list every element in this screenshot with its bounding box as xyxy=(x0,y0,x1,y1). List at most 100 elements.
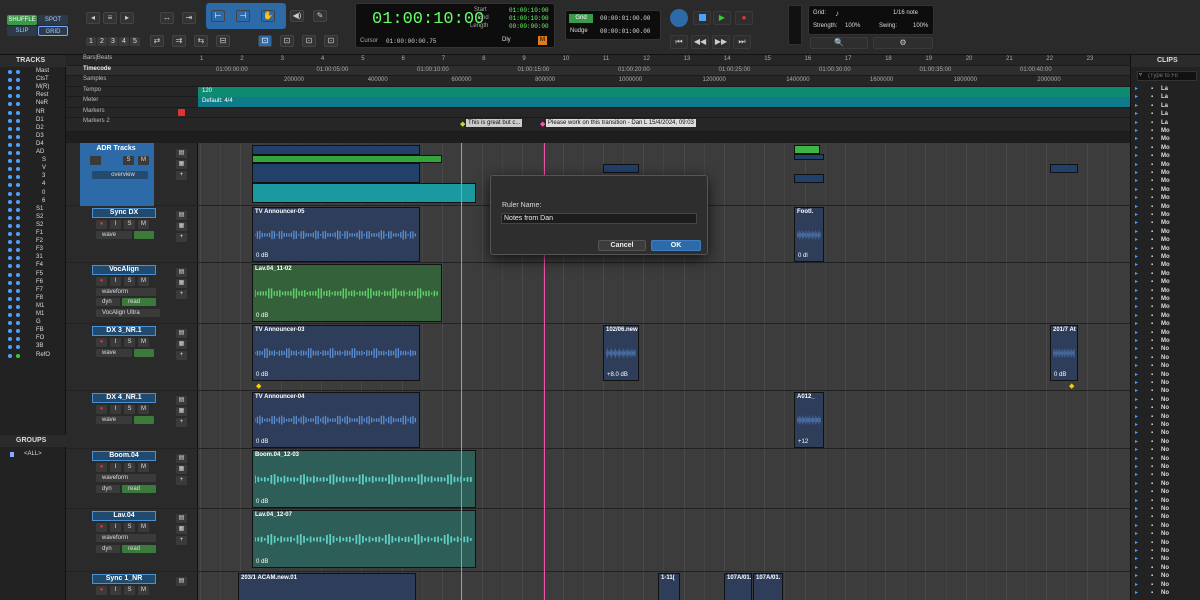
grid-setting-value[interactable]: 1/16 note xyxy=(893,10,918,16)
clip-list-item[interactable]: ▸ ▪ Mo xyxy=(1131,245,1200,253)
clip-list-item[interactable]: ▸ ▪ Mo xyxy=(1131,295,1200,303)
zoom-preset-3[interactable]: 3 xyxy=(108,37,118,46)
overview-clip[interactable] xyxy=(794,154,824,160)
fast-forward-button[interactable]: ▶▶ xyxy=(712,35,730,49)
visibility-dot-icon[interactable] xyxy=(8,175,12,180)
visibility-dot-icon[interactable] xyxy=(8,264,12,269)
visibility-dot-icon[interactable] xyxy=(8,240,12,245)
track-view-popup[interactable]: wave xyxy=(96,416,132,424)
audio-clip[interactable]: TV Announcer-05 0 dB xyxy=(252,207,420,262)
grid-value[interactable]: 00:00:01:00.00 xyxy=(600,15,650,22)
clip-list-item[interactable]: ▸ ▪ Mo xyxy=(1131,337,1200,345)
audio-clip[interactable]: A012_ +12 xyxy=(794,392,824,448)
visibility-dot-icon[interactable] xyxy=(8,199,12,204)
track-name[interactable]: Boom.04 xyxy=(92,451,156,461)
grid-icon[interactable]: ▦ xyxy=(176,160,187,169)
clip-list-item[interactable]: ▸ ▪ Mo xyxy=(1131,253,1200,261)
list-icon[interactable]: ▤ xyxy=(176,329,187,338)
m-indicator-icon[interactable]: M xyxy=(538,36,547,45)
markers-add-icon[interactable] xyxy=(178,108,185,116)
record-arm-icon[interactable]: ● xyxy=(96,523,107,532)
selector-tool-icon[interactable]: ⊣ xyxy=(236,10,250,22)
visibility-dot-icon[interactable] xyxy=(8,110,12,115)
mute-button[interactable]: M xyxy=(138,220,149,229)
clip-list-item[interactable]: ▸ ▪ No xyxy=(1131,480,1200,488)
play-button[interactable]: ▶ xyxy=(713,11,731,25)
overview-clip[interactable] xyxy=(252,183,476,203)
clip-list-item[interactable]: ▸ ▪ No xyxy=(1131,463,1200,471)
track-list-item[interactable]: 0 xyxy=(0,190,66,198)
track-list-item[interactable]: CtsT xyxy=(0,76,66,84)
clip-list-item[interactable]: ▸ ▪ Mo xyxy=(1131,228,1200,236)
visibility-dot-icon[interactable] xyxy=(8,94,12,99)
record-arm-icon[interactable]: ● xyxy=(96,586,107,595)
track-list-item[interactable]: V xyxy=(0,165,66,173)
grid-icon[interactable]: ▦ xyxy=(176,279,187,288)
visibility-dot-icon[interactable] xyxy=(8,134,12,139)
solo-button[interactable]: S xyxy=(124,277,135,286)
add-icon[interactable]: + xyxy=(176,171,187,180)
visibility-dot-icon[interactable] xyxy=(8,126,12,131)
clip-list-item[interactable]: ▸ ▪ Mo xyxy=(1131,135,1200,143)
track-list-item[interactable]: M1 xyxy=(0,311,66,319)
automation-mode-popup[interactable] xyxy=(134,349,154,357)
clip-list-item[interactable]: ▸ ▪ No xyxy=(1131,345,1200,353)
insertion-follows-icon[interactable]: ⇉ xyxy=(172,35,186,47)
clip-list-item[interactable]: ▸ ▪ No xyxy=(1131,446,1200,454)
rewind-button[interactable]: ◀◀ xyxy=(691,35,709,49)
ok-button[interactable]: OK xyxy=(651,240,701,251)
input-monitor-button[interactable]: I xyxy=(110,277,121,286)
track-name[interactable]: Sync DX xyxy=(92,208,156,218)
clip-list-item[interactable]: ▸ ▪ Mo xyxy=(1131,161,1200,169)
samples-ruler[interactable]: Samples 200000 400000 600000 800000 1000000 12… xyxy=(66,76,1130,87)
stop-button[interactable] xyxy=(693,11,711,25)
record-arm-icon[interactable]: ● xyxy=(96,220,107,229)
keyboard-focus-icon[interactable]: ⊟ xyxy=(216,35,230,47)
end-value[interactable]: 01:00:10:00 xyxy=(509,15,549,22)
visibility-dot-icon[interactable] xyxy=(8,248,12,253)
add-icon[interactable]: + xyxy=(176,233,187,242)
record-arm-icon[interactable]: ● xyxy=(96,277,107,286)
overview-clip[interactable] xyxy=(252,145,420,155)
audio-clip[interactable]: 203/1 ACAM.new.01 xyxy=(238,573,416,600)
visibility-dot-icon[interactable] xyxy=(8,296,12,301)
add-icon[interactable]: + xyxy=(176,476,187,485)
input-monitor-button[interactable]: I xyxy=(110,586,121,595)
main-counter[interactable]: 01:00:10:00 xyxy=(372,10,484,29)
visibility-dot-icon[interactable] xyxy=(8,151,12,155)
track-name[interactable]: DX 3_NR.1 xyxy=(92,326,156,336)
solo-button[interactable]: S xyxy=(124,220,135,229)
visibility-dot-icon[interactable] xyxy=(8,329,12,334)
list-icon[interactable]: ▤ xyxy=(176,577,187,586)
trim-tool-icon[interactable]: ⊢ xyxy=(211,10,225,22)
track-list-item[interactable]: F1 xyxy=(0,230,66,238)
grid-icon[interactable]: ▦ xyxy=(176,465,187,474)
smart-tool-a-icon[interactable]: ⊡ xyxy=(258,35,272,47)
clip-list-item[interactable]: ▸ ▪ No xyxy=(1131,513,1200,521)
visibility-dot-icon[interactable] xyxy=(8,183,12,188)
track-list-item[interactable]: S2 xyxy=(0,222,66,230)
visibility-dot-icon[interactable] xyxy=(8,207,12,212)
overview-clip[interactable] xyxy=(252,155,442,163)
track-list-item[interactable]: FB xyxy=(0,327,66,335)
dyn-popup[interactable]: dyn xyxy=(96,485,120,493)
track-list-item[interactable]: D3 xyxy=(0,133,66,141)
clip-list-item[interactable]: ▸ ▪ Mo xyxy=(1131,169,1200,177)
solo-button[interactable]: S xyxy=(124,523,135,532)
zoom-preset-2[interactable]: 2 xyxy=(97,37,107,46)
clip-list-item[interactable]: ▸ ▪ Mo xyxy=(1131,329,1200,337)
automation-mode-popup[interactable] xyxy=(134,416,154,424)
clip-list-item[interactable]: ▸ ▪ Mo xyxy=(1131,278,1200,286)
audio-clip[interactable]: Footl. 0 dl xyxy=(794,207,824,262)
spot-mode-button[interactable]: SPOT xyxy=(38,15,68,25)
clip-list-item[interactable]: ▸ ▪ Mo xyxy=(1131,320,1200,328)
slip-mode-button[interactable]: SLIP xyxy=(7,26,37,36)
sync-point-icon[interactable]: ◆ xyxy=(1069,382,1074,390)
clip-list-item[interactable]: ▸ ▪ No xyxy=(1131,438,1200,446)
clip-list-item[interactable]: ▸ ▪ Mo xyxy=(1131,203,1200,211)
clips-search-input[interactable] xyxy=(1137,71,1197,81)
track-name[interactable]: Lav.04 xyxy=(92,511,156,521)
track-list-item[interactable]: FO xyxy=(0,335,66,343)
clip-list-item[interactable]: ▸ ▪ Mo xyxy=(1131,194,1200,202)
audio-clip[interactable]: 1-11( xyxy=(658,573,680,600)
